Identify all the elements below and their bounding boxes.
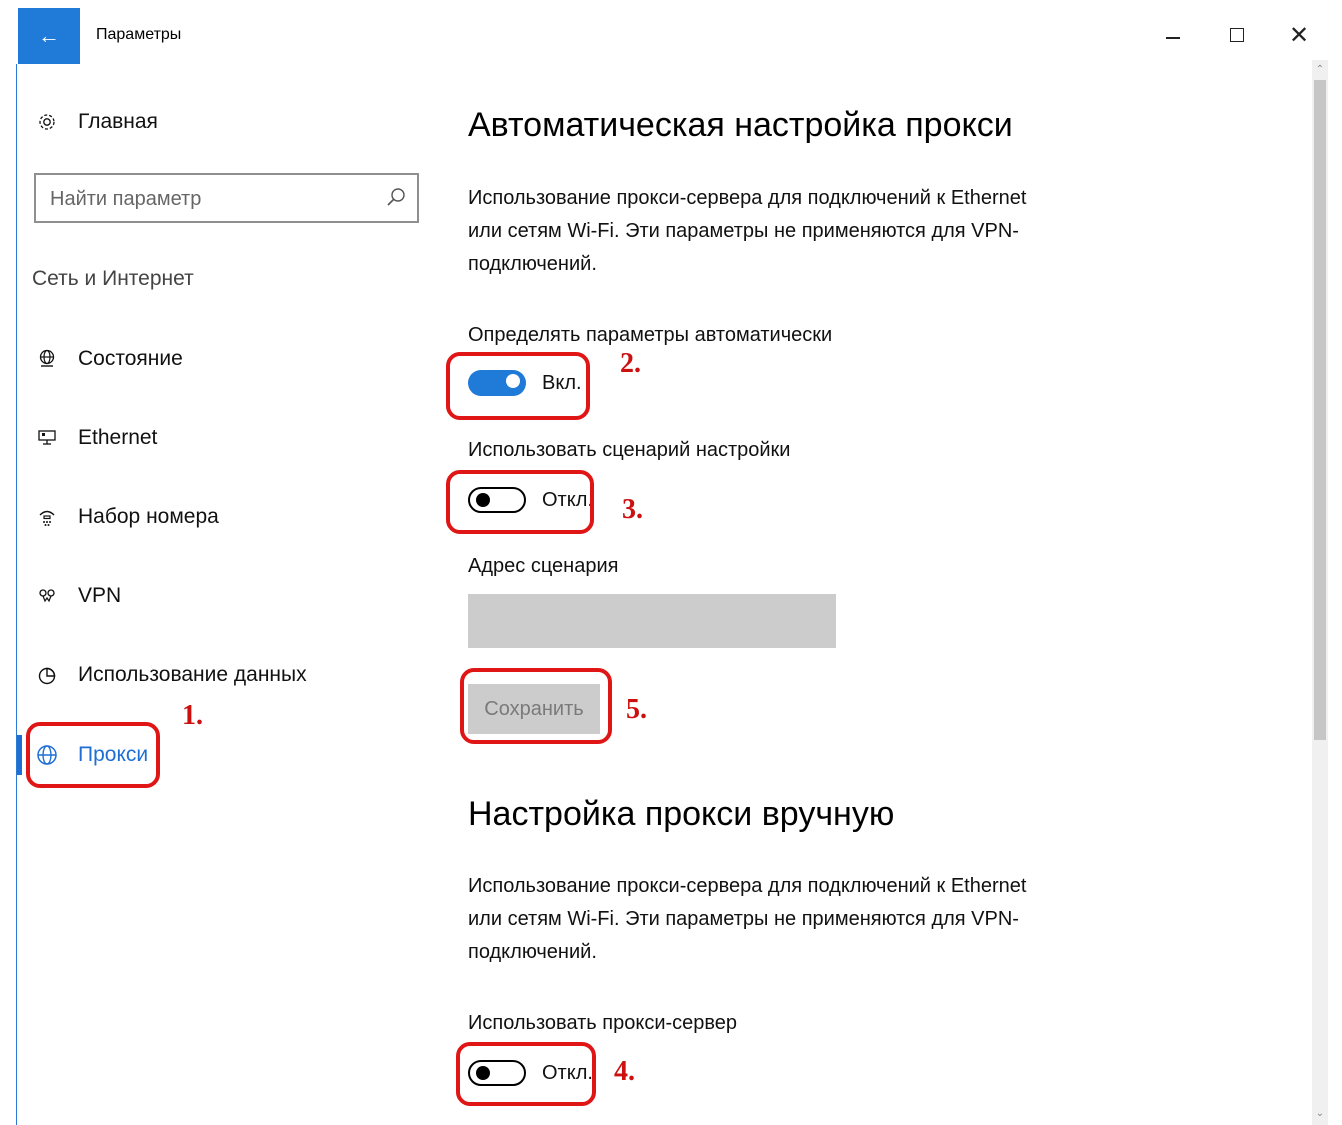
minimize-icon: [1166, 37, 1180, 39]
search-placeholder: Найти параметр: [50, 188, 202, 210]
sidebar-home-label: Главная: [78, 110, 158, 133]
close-icon: ✕: [1288, 21, 1310, 49]
auto-proxy-heading: Автоматическая настройка прокси: [468, 106, 1013, 144]
sidebar-item-vpn[interactable]: VPN: [36, 584, 121, 608]
window-border: [16, 8, 17, 1125]
sidebar-item-label: VPN: [78, 584, 122, 607]
scroll-up-arrow-icon[interactable]: ⌃: [1314, 64, 1326, 76]
active-indicator: [17, 735, 22, 775]
annotation-highlight-proxy: [26, 722, 160, 788]
search-input[interactable]: Найти параметр: [34, 173, 419, 223]
title-bar: [16, 8, 1332, 64]
sidebar-item-label: Ethernet: [78, 426, 158, 449]
annotation-highlight-detect: [446, 352, 590, 420]
manual-proxy-heading: Настройка прокси вручную: [468, 795, 895, 833]
sidebar-item-label: Состояние: [78, 347, 183, 370]
maximize-button[interactable]: [1214, 18, 1260, 52]
window-title: Параметры: [96, 26, 182, 43]
annotation-number-5: 5.: [626, 694, 647, 725]
annotation-number-2: 2.: [620, 348, 641, 379]
annotation-number-4: 4.: [614, 1056, 635, 1087]
back-arrow-icon: ←: [38, 23, 60, 48]
sidebar-item-label: Использование данных: [78, 663, 307, 686]
annotation-highlight-save: [460, 668, 612, 744]
annotation-highlight-use-proxy: [456, 1042, 596, 1106]
section-label: Сеть и Интернет: [32, 267, 194, 290]
annotation-highlight-script: [446, 470, 594, 534]
search-icon: [387, 188, 405, 206]
scrollbar-thumb[interactable]: [1314, 80, 1326, 740]
annotation-number-3: 3.: [622, 494, 643, 525]
sidebar-home[interactable]: Главная: [36, 110, 158, 134]
close-button[interactable]: ✕: [1276, 18, 1322, 52]
dialup-icon: [36, 506, 58, 528]
sidebar-item-data-usage[interactable]: Использование данных: [36, 663, 307, 687]
sidebar-item-dialup[interactable]: Набор номера: [36, 505, 219, 529]
minimize-button[interactable]: [1150, 18, 1196, 52]
scroll-down-arrow-icon[interactable]: ⌄: [1314, 1108, 1326, 1120]
gear-icon: [36, 111, 58, 133]
data-usage-icon: [36, 664, 58, 686]
script-address-input[interactable]: [468, 594, 836, 648]
use-proxy-label: Использовать прокси-сервер: [468, 1012, 738, 1034]
script-address-label: Адрес сценария: [468, 555, 619, 577]
annotation-number-1: 1.: [182, 700, 203, 731]
globe-status-icon: [36, 348, 58, 370]
maximize-icon: [1230, 28, 1244, 42]
auto-proxy-description: Использование прокси-сервера для подключ…: [468, 187, 1027, 275]
back-button[interactable]: ←: [18, 8, 80, 64]
detect-settings-label: Определять параметры автоматически: [468, 324, 833, 346]
vpn-icon: [36, 585, 58, 607]
ethernet-icon: [36, 427, 58, 449]
manual-proxy-description: Использование прокси-сервера для подключ…: [468, 875, 1027, 963]
sidebar-item-ethernet[interactable]: Ethernet: [36, 426, 157, 450]
use-script-label: Использовать сценарий настройки: [468, 439, 791, 461]
sidebar-item-status[interactable]: Состояние: [36, 347, 183, 371]
sidebar-item-label: Набор номера: [78, 505, 219, 528]
